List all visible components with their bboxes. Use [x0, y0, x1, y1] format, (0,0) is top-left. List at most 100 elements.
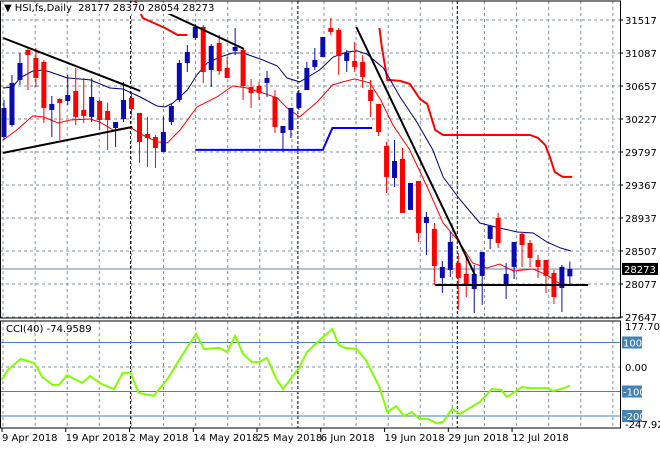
- candle-body: [184, 52, 190, 63]
- date-axis-label: 12 Jul 2018: [512, 433, 569, 444]
- candle-body: [224, 67, 230, 78]
- last-price-label: 28273: [624, 265, 656, 276]
- candle-body: [344, 53, 350, 61]
- price-axis-label: 31517: [625, 16, 657, 27]
- candle: [344, 49, 350, 72]
- date-axis-label: 9 Apr 2018: [2, 433, 57, 444]
- candle-body: [392, 160, 398, 178]
- candle-body: [352, 60, 358, 67]
- candle: [559, 264, 565, 313]
- candle: [511, 241, 517, 279]
- candle-body: [160, 131, 166, 152]
- candle-body: [455, 262, 461, 278]
- price-axis-label: 28077: [625, 280, 657, 291]
- open-value: 28177: [78, 3, 110, 14]
- candle-body: [447, 241, 453, 270]
- candle-body: [535, 259, 541, 267]
- candle: [232, 27, 238, 55]
- cci-axis-label: 100: [623, 339, 642, 350]
- candle-body: [336, 29, 342, 56]
- candle: [176, 59, 182, 102]
- candle: [368, 79, 374, 117]
- candle: [320, 36, 326, 57]
- candle: [152, 134, 158, 168]
- candle-body: [256, 86, 262, 93]
- candle: [184, 44, 190, 72]
- candle: [312, 47, 318, 70]
- candle-body: [471, 273, 477, 289]
- candle: [25, 47, 31, 90]
- candle: [543, 259, 549, 293]
- candle-body: [312, 59, 318, 67]
- collapse-triangle-icon[interactable]: ▼: [4, 3, 12, 14]
- candle-body: [288, 107, 294, 130]
- price-axis-label: 30657: [625, 82, 657, 93]
- candle-body: [511, 241, 517, 267]
- main-panel-frame: [0, 0, 621, 319]
- candle-body: [1, 107, 7, 137]
- candle-body: [567, 268, 573, 277]
- price-axis-label: 28937: [625, 214, 657, 225]
- candle-body: [415, 180, 421, 233]
- price-axis-label: 30227: [625, 115, 657, 126]
- candle-body: [487, 225, 493, 239]
- candle: [224, 56, 230, 78]
- date-axis-label: 14 May 2018: [193, 433, 258, 444]
- candle-body: [216, 42, 222, 71]
- candle-body: [17, 62, 23, 80]
- candle-body: [400, 158, 405, 213]
- close-value: 28273: [182, 3, 215, 14]
- candle: [439, 260, 445, 293]
- candle: [105, 102, 111, 150]
- candle: [551, 269, 557, 304]
- candle-body: [57, 98, 63, 103]
- candle: [400, 147, 405, 213]
- candle: [455, 252, 461, 311]
- candle: [113, 121, 119, 147]
- candle-body: [136, 112, 142, 142]
- candle: [144, 116, 150, 167]
- price-axis-label: 31087: [625, 49, 657, 60]
- candle: [519, 231, 525, 267]
- candle: [407, 183, 413, 210]
- candle: [9, 74, 15, 127]
- candle-body: [376, 103, 382, 132]
- candle: [97, 99, 103, 130]
- candle-body: [479, 251, 485, 276]
- candle: [121, 81, 127, 122]
- chart-canvas[interactable]: 31517 31087 30657 30227 29797 29367 28937 28507…: [0, 0, 660, 450]
- date-axis-label: 19 Apr 2018: [66, 433, 128, 444]
- candle: [535, 254, 541, 278]
- candle-body: [527, 242, 533, 258]
- candle-body: [280, 125, 286, 133]
- candle: [288, 107, 294, 138]
- candle-body: [81, 109, 87, 116]
- candle-body: [232, 46, 238, 51]
- cci-value: -74.9589: [46, 324, 92, 335]
- candle-body: [272, 96, 278, 127]
- candle-body: [144, 133, 150, 138]
- candle: [89, 77, 95, 122]
- candle: [415, 180, 421, 242]
- candle: [431, 222, 437, 285]
- candle: [256, 81, 262, 100]
- candle: [392, 139, 398, 187]
- candle: [567, 261, 573, 286]
- cci-panel-frame: [0, 320, 621, 429]
- candle-body: [89, 96, 95, 117]
- candle: [328, 18, 334, 35]
- chart-header: ▼ HSI,fs,Daily 28177 28370 28054 28273: [4, 3, 218, 14]
- candle-body: [519, 233, 525, 245]
- candle: [136, 112, 142, 163]
- high-value: 28370: [112, 3, 145, 14]
- candle-body: [105, 110, 111, 120]
- candle: [1, 99, 7, 140]
- candle-body: [423, 216, 429, 223]
- candle-body: [304, 67, 310, 90]
- chart-window: 31517 31087 30657 30227 29797 29367 28937 28507…: [0, 0, 660, 450]
- candle-body: [368, 89, 374, 101]
- candle: [160, 116, 166, 152]
- candle-body: [33, 57, 39, 78]
- candle: [495, 212, 501, 248]
- candle-body: [248, 86, 254, 93]
